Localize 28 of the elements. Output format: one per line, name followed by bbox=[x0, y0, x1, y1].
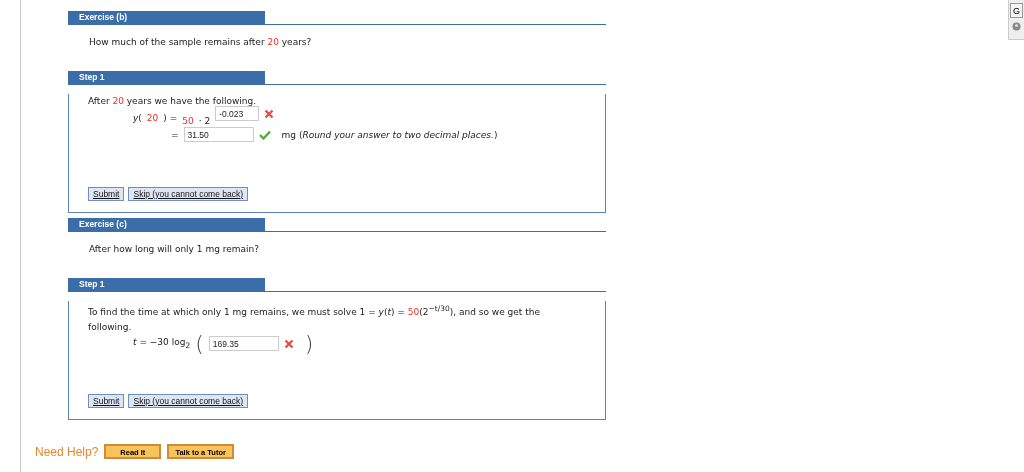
submit-button[interactable]: Submit bbox=[88, 187, 125, 201]
help-label: Need Help? bbox=[35, 444, 99, 459]
step-header: Step 1 bbox=[68, 278, 265, 291]
math-text: mg (Round your answer to two decimal places.) bbox=[281, 129, 498, 140]
answer-field[interactable]: 169.35 bbox=[208, 336, 279, 351]
math-text: t = −30 log$_{2}$ bbox=[133, 337, 191, 350]
skip-button[interactable]: Skip (you cannot come back) bbox=[128, 187, 249, 201]
parenthesis: ) bbox=[304, 333, 314, 354]
math-text: 20 bbox=[146, 112, 159, 123]
math-text: = bbox=[171, 129, 179, 140]
side-button[interactable]: G bbox=[1010, 3, 1023, 18]
step-text: To find the time at which only 1 mg remains, we must solve 1 = y(t) = 50(2$^{−t/30}$), and so we get the following. bbox=[88, 303, 541, 334]
question-text: How much of the sample remains after 20 years? bbox=[89, 37, 313, 49]
math-text: 50 bbox=[182, 115, 194, 126]
math-text: · 2 bbox=[198, 115, 211, 126]
math-text: ) = bbox=[163, 112, 178, 123]
answer-field[interactable]: -0.023 bbox=[215, 106, 260, 121]
answer-field[interactable]: 31.50 bbox=[183, 127, 254, 142]
question-text: After how long will only 1 mg remain? bbox=[89, 244, 261, 256]
step-header: Step 1 bbox=[68, 71, 265, 84]
parenthesis: ( bbox=[195, 333, 204, 354]
exercise-header: Exercise (c) bbox=[68, 218, 265, 231]
skip-button[interactable]: Skip (you cannot come back) bbox=[128, 394, 249, 408]
step-text: After 20 years we have the following. bbox=[88, 95, 258, 108]
submit-button[interactable]: Submit bbox=[88, 394, 125, 408]
circle-icon[interactable] bbox=[1012, 22, 1021, 31]
exercise-header: Exercise (b) bbox=[68, 11, 265, 24]
math-text: y( bbox=[133, 112, 142, 123]
